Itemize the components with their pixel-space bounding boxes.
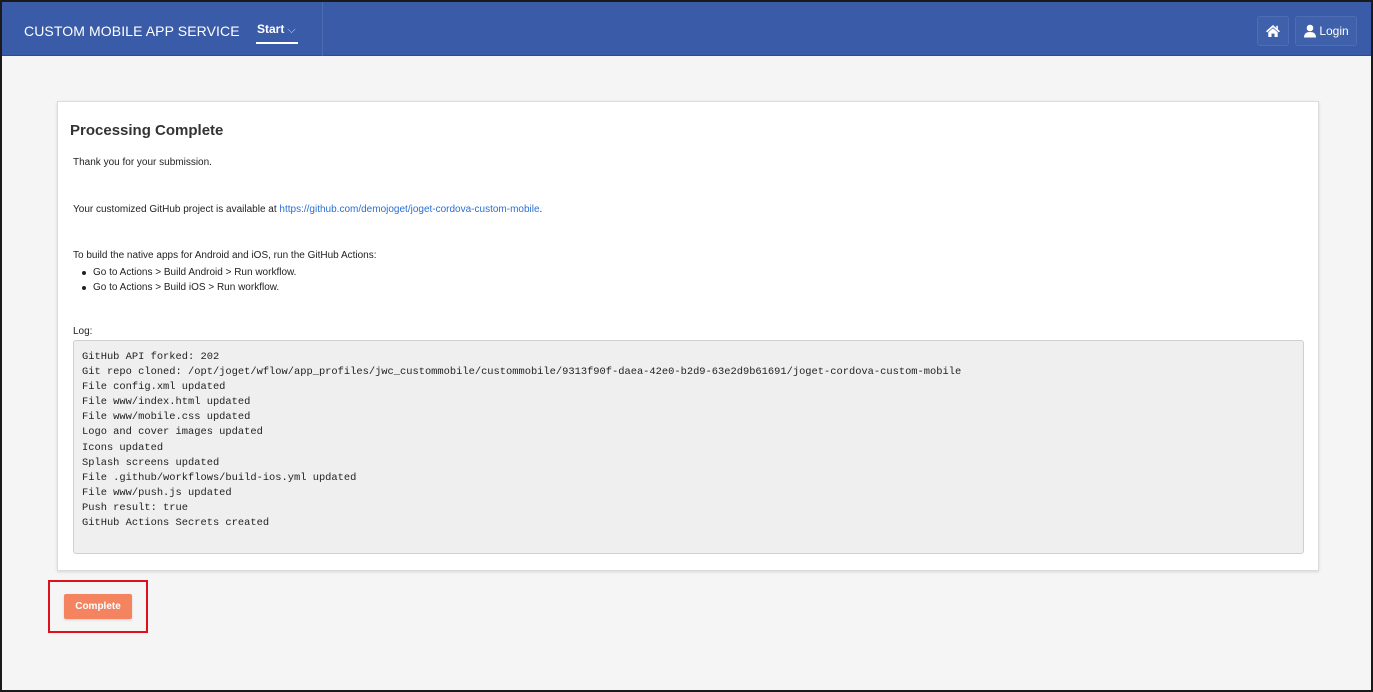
log-line: File .github/workflows/build-ios.yml upd… (82, 471, 357, 484)
log-label: Log: (73, 326, 93, 337)
list-item: Go to Actions > Build Android > Run work… (81, 267, 297, 278)
chevron-down-icon: ⌵ (287, 24, 296, 36)
home-button[interactable] (1257, 16, 1289, 46)
list-item: Go to Actions > Build iOS > Run workflow… (81, 280, 296, 295)
login-label: Login (1319, 24, 1349, 38)
log-output[interactable]: GitHub API forked: 202 Git repo cloned: /… (73, 340, 1304, 554)
log-line: GitHub API forked: 202 (82, 351, 220, 363)
log-line: Icons updated (82, 441, 164, 454)
user-icon (1304, 24, 1317, 38)
thanks-message: Thank you for your submission. (73, 157, 212, 168)
log-line: Git repo cloned: /opt/joget/wflow/app_pr… (82, 366, 962, 379)
home-icon (1266, 25, 1280, 37)
log-line: File www/index.html updated (82, 396, 251, 409)
active-nav-indicator (256, 42, 298, 44)
log-line: File config.xml updated (82, 381, 226, 394)
login-button[interactable]: Login (1295, 16, 1357, 46)
nav-divider (322, 2, 323, 56)
top-navbar: CUSTOM MOBILE APP SERVICE Start ⌵ Login (2, 2, 1371, 56)
log-line: File www/push.js updated (82, 486, 232, 499)
github-suffix: . (539, 204, 543, 215)
github-prefix: Your customized GitHub project is availa… (73, 204, 280, 215)
build-steps-list: Go to Actions > Build Android > Run work… (81, 265, 297, 295)
log-line: Splash screens updated (82, 456, 220, 469)
log-line: File www/mobile.css updated (82, 411, 251, 424)
highlight-annotation (48, 580, 148, 633)
brand-title[interactable]: CUSTOM MOBILE APP SERVICE (24, 23, 240, 39)
nav-start-label: Start (257, 22, 285, 36)
nav-start-menu[interactable]: Start ⌵ (257, 22, 296, 37)
app-window: CUSTOM MOBILE APP SERVICE Start ⌵ Login P… (0, 0, 1373, 692)
result-panel: Processing Complete Thank you for your s… (57, 101, 1319, 571)
log-line: GitHub Actions Secrets created (82, 517, 270, 530)
log-line: Logo and cover images updated (82, 426, 263, 439)
build-instructions-intro: To build the native apps for Android and… (73, 250, 377, 261)
page-title: Processing Complete (70, 122, 224, 139)
log-line: Push result: true (82, 501, 189, 514)
github-project-link[interactable]: https://github.com/demojoget/joget-cordo… (279, 204, 539, 215)
github-project-line: Your customized GitHub project is availa… (73, 204, 542, 215)
